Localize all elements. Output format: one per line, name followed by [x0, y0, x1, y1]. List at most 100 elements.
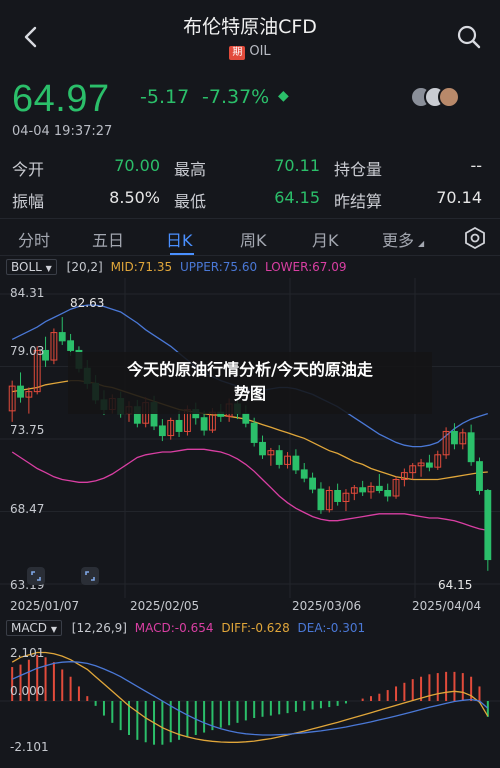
- prev-settle-label: 昨结算: [334, 192, 383, 211]
- min-price-annotation: 64.15: [438, 578, 473, 592]
- open-label: 今开: [12, 160, 45, 179]
- candle-body: [250, 422, 258, 443]
- amplitude-value: 8.50%: [109, 188, 160, 207]
- price-change: -5.17: [140, 86, 190, 108]
- y-tick-label: 68.47: [10, 502, 45, 516]
- max-price-annotation: 82.63: [70, 296, 105, 310]
- open-interest-value: --: [470, 156, 482, 175]
- candle-body: [309, 477, 317, 490]
- candle-body: [242, 413, 250, 424]
- page-title: 布伦特原油CFD: [183, 16, 317, 38]
- open-interest-label: 持仓量: [334, 160, 383, 179]
- macd-y-bottom: -2.101: [10, 740, 49, 754]
- futures-badge: 期: [229, 46, 246, 60]
- boll-indicator-select[interactable]: BOLL ▼: [6, 259, 57, 275]
- high-value: 70.11: [274, 156, 320, 175]
- avatar: [438, 86, 460, 108]
- x-tick-label: 2025/01/07: [10, 599, 80, 613]
- overlay-line-1: 今天的原油行情分析/今天的原油走: [127, 360, 373, 379]
- y-tick-label: 73.75: [10, 423, 45, 437]
- zoom-in-icon[interactable]: [80, 566, 100, 586]
- quote-panel: 64.97 -5.17 -7.37% ◆ 04-04 19:37:27: [12, 78, 492, 142]
- settings-icon[interactable]: [464, 227, 486, 249]
- symbol-label: OIL: [249, 44, 271, 59]
- macd-y-top: 2.101: [10, 646, 45, 660]
- boll-lower-line: [11, 448, 488, 532]
- y-tick-label: 84.31: [10, 286, 45, 300]
- down-trend-icon: ◆: [278, 88, 289, 104]
- candle-body: [484, 489, 492, 561]
- chevron-down-icon: ▼: [50, 625, 57, 634]
- candle-body: [476, 461, 483, 491]
- tab-daily-k[interactable]: 日K: [166, 227, 193, 251]
- dropdown-triangle-icon: ◢: [418, 239, 425, 248]
- candle-body: [58, 332, 66, 342]
- tab-more-label: 更多: [382, 231, 415, 250]
- candle-body: [300, 469, 308, 479]
- price-change-percent: -7.37%: [202, 86, 270, 108]
- x-tick-label: 2025/02/05: [130, 599, 200, 613]
- tab-more[interactable]: 更多 ◢: [382, 227, 424, 251]
- candle-body: [467, 432, 475, 463]
- macd-indicator-select[interactable]: MACD ▼: [6, 620, 62, 636]
- y-tick-label: 79.03: [10, 344, 45, 358]
- active-tab-indicator: [170, 253, 194, 255]
- dea-value: DEA:-0.301: [297, 621, 366, 635]
- x-tick-label: 2025/03/06: [292, 599, 362, 613]
- macd-params: [12,26,9]: [71, 621, 127, 635]
- diff-value: DIFF:-0.628: [221, 621, 290, 635]
- candle-body: [292, 455, 300, 471]
- boll-legend: BOLL ▼ [20,2] MID:71.35 UPPER:75.60 LOWE…: [6, 259, 346, 277]
- candle-body: [359, 487, 367, 493]
- candle-body: [67, 340, 75, 351]
- tab-intraday[interactable]: 分时: [18, 227, 50, 251]
- last-price: 64.97: [12, 78, 110, 120]
- zoom-out-icon[interactable]: [26, 566, 46, 586]
- article-title-overlay: 今天的原油行情分析/今天的原油走 势图: [68, 352, 432, 414]
- instrument-subtitle: 期 OIL: [0, 44, 500, 60]
- macd-legend: MACD ▼ [12,26,9] MACD:-0.654 DIFF:-0.628…: [6, 620, 365, 638]
- boll-mid: MID:71.35: [110, 260, 173, 274]
- candle-body: [451, 430, 458, 445]
- candle-body: [175, 419, 183, 432]
- tab-five-day[interactable]: 五日: [92, 227, 124, 251]
- candle-body: [334, 489, 342, 502]
- x-tick-label: 2025/04/04: [412, 599, 482, 613]
- candle-body: [384, 489, 392, 497]
- chevron-down-icon: ▼: [45, 264, 52, 273]
- tab-monthly-k[interactable]: 月K: [312, 227, 339, 251]
- prev-settle-value: 70.14: [436, 188, 482, 207]
- quote-timestamp: 04-04 19:37:27: [12, 124, 113, 139]
- high-label: 最高: [174, 160, 207, 179]
- boll-upper: UPPER:75.60: [179, 260, 258, 274]
- boll-params: [20,2]: [66, 260, 103, 274]
- search-icon[interactable]: [454, 22, 484, 52]
- boll-select-label: BOLL: [11, 260, 42, 274]
- macd-value: MACD:-0.654: [134, 621, 214, 635]
- candle-body: [17, 385, 24, 398]
- candle-body: [275, 450, 283, 465]
- macd-y-mid: 0.000: [10, 684, 45, 698]
- candle-body: [375, 485, 383, 491]
- diff-line: [11, 651, 489, 743]
- macd-chart[interactable]: [0, 640, 500, 768]
- stats-grid: 今开 70.00 最高 70.11 持仓量 -- 振幅 8.50% 最低 64.…: [12, 156, 492, 214]
- amplitude-label: 振幅: [12, 192, 45, 211]
- dea-line: [11, 661, 489, 736]
- overlay-line-2: 势图: [233, 384, 266, 403]
- period-tabs: 分时 五日 日K 周K 月K 更多 ◢: [0, 218, 500, 256]
- tab-weekly-k[interactable]: 周K: [240, 227, 267, 251]
- candlestick-chart[interactable]: [0, 278, 500, 598]
- candle-body: [425, 462, 433, 468]
- candle-body: [259, 441, 266, 456]
- candle-body: [317, 488, 325, 511]
- candle-body: [200, 417, 208, 431]
- macd-select-label: MACD: [11, 621, 47, 635]
- open-value: 70.00: [114, 156, 160, 175]
- boll-lower: LOWER:67.09: [264, 260, 347, 274]
- candle-body: [158, 425, 166, 437]
- header: 布伦特原油CFD 期 OIL: [0, 0, 500, 72]
- watcher-avatars[interactable]: [410, 86, 464, 108]
- low-label: 最低: [174, 192, 207, 211]
- low-value: 64.15: [274, 188, 320, 207]
